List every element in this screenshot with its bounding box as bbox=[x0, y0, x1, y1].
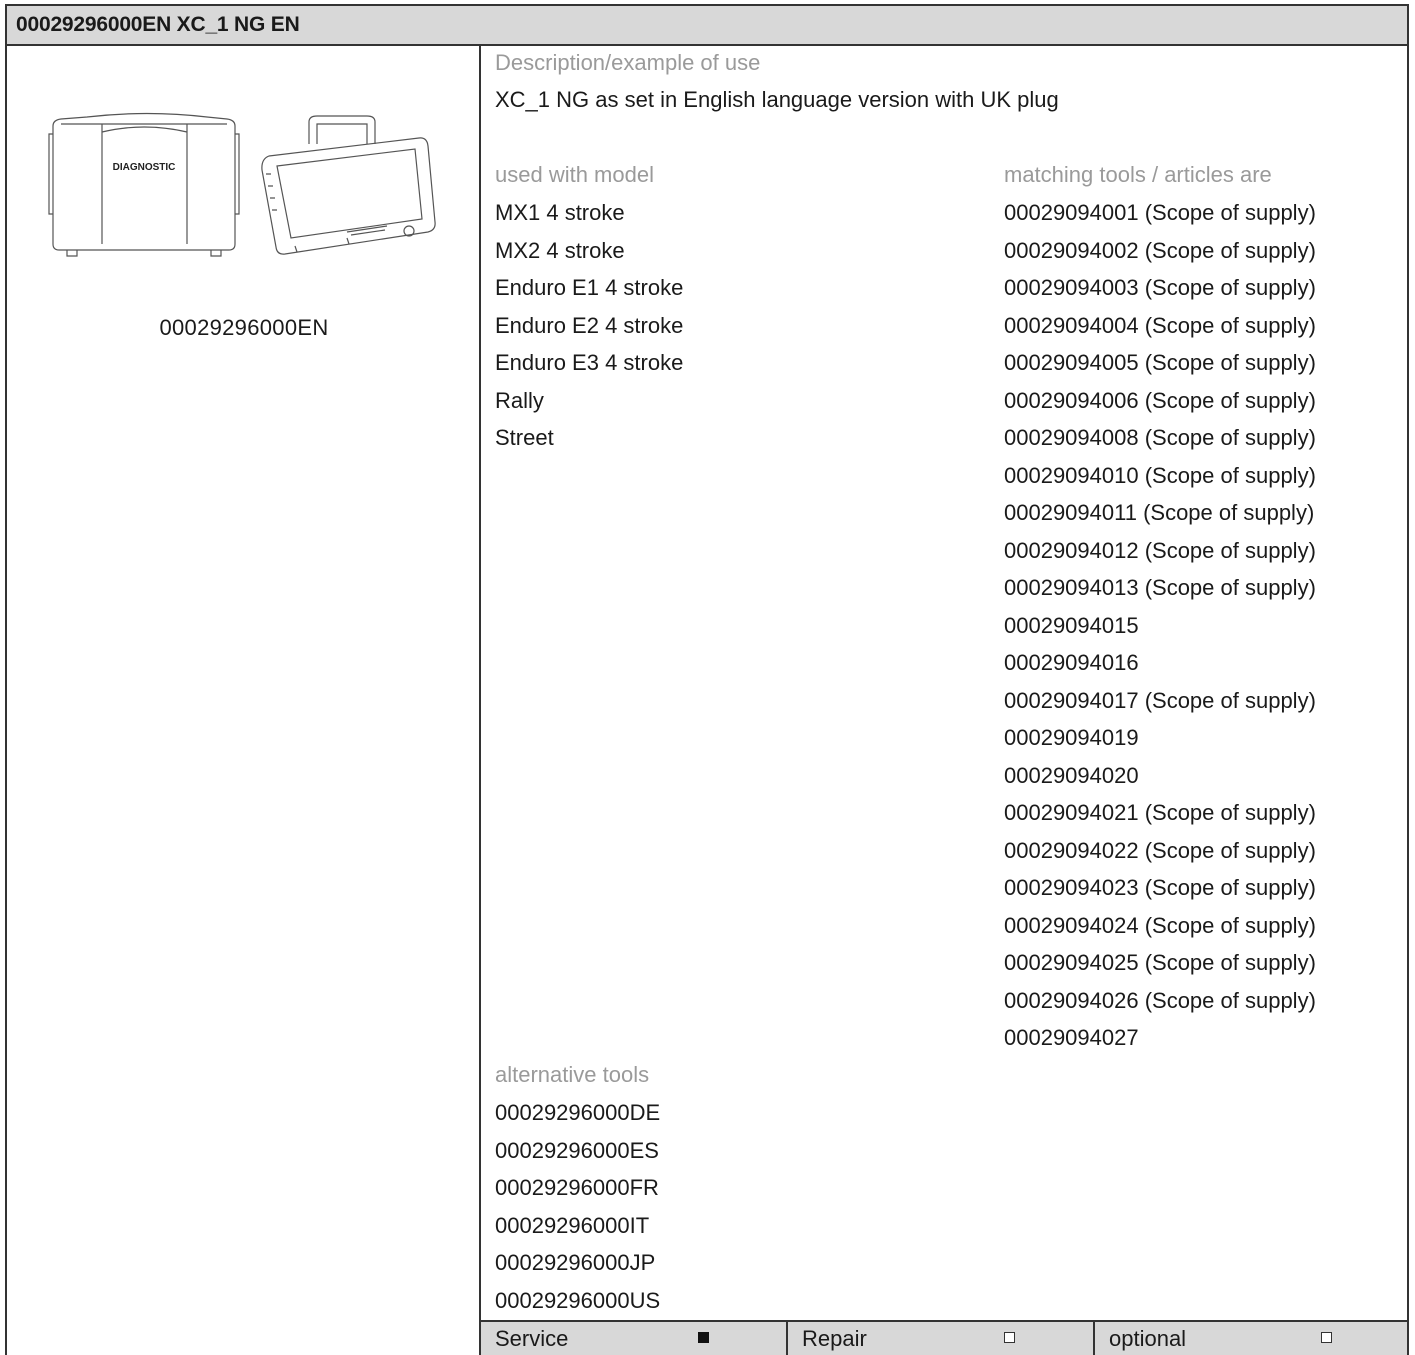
sheet-title: 00029296000EN XC_1 NG EN bbox=[7, 6, 1407, 46]
matching-item: 00029094017 (Scope of supply) bbox=[1004, 687, 1316, 713]
model-item: Enduro E2 4 stroke bbox=[495, 312, 684, 338]
description-text: XC_1 NG as set in English language versi… bbox=[495, 87, 1059, 112]
service-checkbox bbox=[698, 1332, 709, 1343]
matching-item: 00029094011 (Scope of supply) bbox=[1004, 500, 1315, 525]
detail-panel: Description/example of use XC_1 NG as se… bbox=[481, 46, 1407, 1355]
matching-item: 00029094024 (Scope of supply) bbox=[1004, 912, 1316, 938]
optional-checkbox bbox=[1321, 1332, 1332, 1343]
alternative-item: 00029296000DE bbox=[495, 1100, 661, 1125]
alternatives-label: alternative tools bbox=[495, 1062, 650, 1087]
repair-label: Repair bbox=[802, 1326, 867, 1351]
matching-item: 00029094015 bbox=[1004, 612, 1139, 638]
matching-item: 00029094004 (Scope of supply) bbox=[1004, 312, 1316, 338]
alternative-item: 00029296000FR bbox=[495, 1175, 659, 1200]
matching-item: 00029094023 (Scope of supply) bbox=[1004, 875, 1316, 900]
case-lettering: DIAGNOSTIC bbox=[113, 162, 176, 173]
model-item: Street bbox=[495, 425, 554, 450]
description-label: Description/example of use bbox=[495, 50, 761, 75]
product-panel: DIAGNOSTIC 00029296000EN bbox=[7, 46, 481, 1355]
matching-item: 00029094027 bbox=[1004, 1025, 1139, 1050]
alternative-item: 00029296000US bbox=[495, 1287, 661, 1313]
matching-item: 00029094025 (Scope of supply) bbox=[1004, 950, 1316, 975]
product-code: 00029296000EN bbox=[159, 315, 329, 340]
matching-item: 00029094026 (Scope of supply) bbox=[1004, 987, 1316, 1013]
alternative-item: 00029296000JP bbox=[495, 1250, 656, 1275]
matching-item: 00029094021 (Scope of supply) bbox=[1004, 800, 1316, 825]
optional-label: optional bbox=[1109, 1326, 1187, 1351]
matching-item: 00029094005 (Scope of supply) bbox=[1004, 350, 1316, 375]
matching-item: 00029094022 (Scope of supply) bbox=[1004, 837, 1316, 863]
model-item: MX2 4 stroke bbox=[495, 237, 625, 263]
product-image: DIAGNOSTIC bbox=[48, 112, 436, 257]
matching-item: 00029094019 bbox=[1004, 725, 1139, 750]
service-cell: Service bbox=[481, 1322, 788, 1355]
matching-item: 00029094010 (Scope of supply) bbox=[1004, 462, 1316, 488]
tool-sheet: 00029296000EN XC_1 NG EN DIAGNOSTIC 0002… bbox=[5, 4, 1409, 1355]
alternative-item: 00029296000ES bbox=[495, 1137, 659, 1163]
matching-item: 00029094020 bbox=[1004, 762, 1139, 788]
matching-item: 00029094002 (Scope of supply) bbox=[1004, 237, 1316, 263]
matching-item: 00029094012 (Scope of supply) bbox=[1004, 537, 1316, 563]
model-item: Enduro E3 4 stroke bbox=[495, 350, 684, 375]
service-label: Service bbox=[495, 1326, 569, 1351]
matching-item: 00029094003 (Scope of supply) bbox=[1004, 275, 1316, 300]
models-label: used with model bbox=[495, 162, 654, 187]
repair-checkbox bbox=[1004, 1332, 1015, 1343]
matching-item: 00029094001 (Scope of supply) bbox=[1004, 200, 1316, 225]
usage-footer: Service Repair optional bbox=[481, 1320, 1407, 1355]
alternative-item: 00029296000IT bbox=[495, 1212, 650, 1238]
matching-item: 00029094016 bbox=[1004, 650, 1139, 675]
matching-item: 00029094008 (Scope of supply) bbox=[1004, 425, 1316, 450]
matching-item: 00029094006 (Scope of supply) bbox=[1004, 387, 1316, 413]
matching-item: 00029094013 (Scope of supply) bbox=[1004, 575, 1316, 600]
repair-cell: Repair bbox=[788, 1322, 1095, 1355]
optional-cell: optional bbox=[1095, 1322, 1407, 1355]
model-item: Rally bbox=[495, 387, 544, 413]
matching-label: matching tools / articles are bbox=[1004, 162, 1272, 187]
model-item: Enduro E1 4 stroke bbox=[495, 275, 684, 300]
model-item: MX1 4 stroke bbox=[495, 200, 625, 225]
